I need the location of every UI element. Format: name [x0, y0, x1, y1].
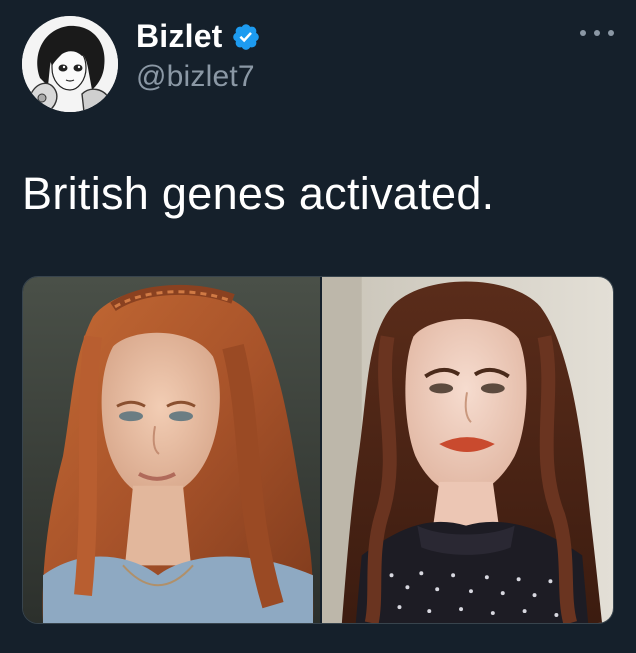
photo-left-image: [23, 277, 320, 623]
photo-left[interactable]: [23, 277, 320, 623]
dot: [580, 30, 586, 36]
display-name[interactable]: Bizlet: [136, 18, 223, 55]
dot: [594, 30, 600, 36]
photo-right[interactable]: [322, 277, 613, 623]
more-options-icon[interactable]: [580, 26, 614, 40]
verified-badge-icon: [232, 24, 259, 50]
tweet-media[interactable]: [22, 276, 614, 624]
photo-right-image: [322, 277, 613, 623]
dot: [608, 30, 614, 36]
handle[interactable]: @bizlet7: [136, 60, 261, 94]
tweet: Bizlet @bizlet7 British genes activated.: [0, 0, 636, 653]
author-block[interactable]: Bizlet @bizlet7: [136, 14, 261, 94]
avatar-illustration: [22, 16, 118, 112]
display-name-row: Bizlet: [136, 14, 261, 58]
avatar[interactable]: [22, 16, 118, 112]
tweet-text: British genes activated.: [22, 168, 495, 219]
